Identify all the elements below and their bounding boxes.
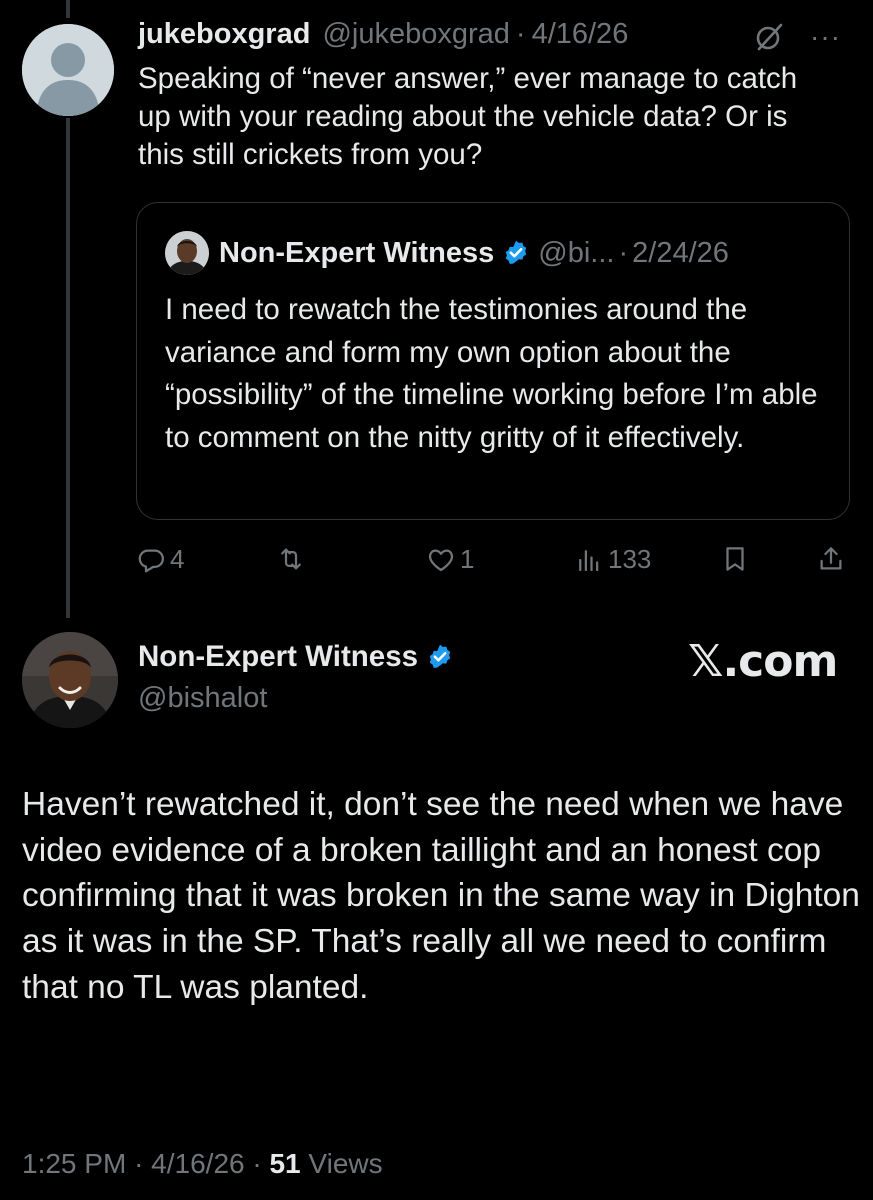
quote-avatar (165, 231, 209, 275)
verified-badge-icon (429, 644, 451, 668)
analytics-icon (579, 549, 599, 571)
quote-header: Non-Expert Witness @bi... · 2/24/26 (165, 231, 729, 275)
reply-header: jukeboxgrad @jukeboxgrad · 4/16/26 ··· (138, 18, 849, 51)
repost-icon (281, 548, 301, 570)
profile-photo-icon (165, 231, 209, 275)
views-count: 133 (608, 544, 652, 574)
main-tweet-text: Haven’t rewatched it, don’t see the need… (22, 786, 860, 1006)
thread-line (66, 118, 70, 618)
reply-date[interactable]: 4/16/26 (532, 18, 629, 51)
separator: · (252, 1148, 262, 1179)
main-author-name[interactable]: Non-Expert Witness (138, 640, 418, 674)
main-author-row: Non-Expert Witness (138, 640, 462, 674)
reply-text: Speaking of “never answer,” ever manage … (138, 62, 798, 171)
share-button[interactable] (816, 544, 846, 574)
verified-badge-icon (506, 240, 527, 264)
views-count: 51 (269, 1148, 301, 1179)
like-button[interactable]: 1 (426, 544, 474, 575)
tweet-screenshot: jukeboxgrad @jukeboxgrad · 4/16/26 ··· S… (0, 0, 873, 1200)
default-avatar-icon (22, 24, 114, 116)
bookmark-icon (726, 547, 744, 571)
reply-author-handle[interactable]: @jukeboxgrad (322, 18, 509, 51)
action-bar: 4 1 133 (136, 544, 852, 580)
tweet-time[interactable]: 1:25 PM (22, 1148, 126, 1179)
bookmark-button[interactable] (720, 544, 750, 574)
separator: · (134, 1148, 144, 1179)
more-options-icon[interactable]: ··· (810, 23, 841, 51)
main-author-handle[interactable]: @bishalot (138, 682, 267, 715)
thread-line (66, 0, 70, 18)
heart-icon (428, 549, 454, 571)
share-icon (820, 547, 842, 570)
quote-author-name: Non-Expert Witness (219, 236, 495, 269)
tweet-meta: 1:25 PM · 4/16/26 · 51 Views (22, 1148, 383, 1180)
quote-date: 2/24/26 (632, 236, 729, 269)
quoted-tweet-card[interactable]: Non-Expert Witness @bi... · 2/24/26 I ne… (136, 202, 850, 520)
tweet-date[interactable]: 4/16/26 (151, 1148, 244, 1179)
repost-button[interactable] (276, 544, 306, 574)
profile-photo-icon (22, 632, 118, 728)
separator: · (515, 18, 526, 50)
reply-author-name[interactable]: jukeboxgrad (138, 18, 310, 51)
x-com-logo: 𝕏.com (688, 636, 838, 687)
main-avatar[interactable] (22, 632, 118, 728)
views-button[interactable]: 133 (574, 544, 651, 575)
views-label: Views (308, 1148, 383, 1179)
separator: · (618, 236, 629, 269)
comment-icon (138, 549, 164, 572)
reply-button[interactable]: 4 (136, 544, 184, 575)
like-count: 1 (460, 544, 475, 574)
quote-text: I need to rewatch the testimonies around… (165, 293, 818, 454)
reply-count: 4 (170, 544, 185, 574)
reply-avatar[interactable] (22, 24, 114, 116)
quote-author-handle: @bi... (538, 236, 615, 269)
grok-icon[interactable] (754, 22, 784, 52)
